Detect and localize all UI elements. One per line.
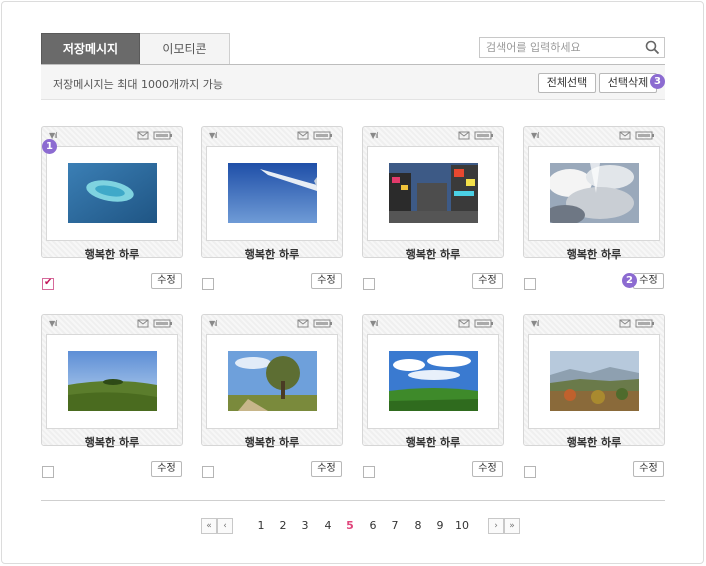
message-checkbox[interactable]	[363, 278, 375, 290]
search-box	[479, 37, 665, 58]
edit-button[interactable]: 수정	[311, 461, 342, 477]
status-icons	[297, 131, 332, 140]
tab-emoticon[interactable]: 이모티콘	[140, 33, 230, 65]
marker-1: 1	[42, 139, 57, 154]
message-title: 행복한 하루	[244, 248, 300, 261]
bottom-divider	[41, 500, 665, 501]
message-checkbox[interactable]	[202, 466, 214, 478]
page-number[interactable]: 7	[387, 519, 403, 532]
phone-screen	[367, 334, 499, 429]
edit-button[interactable]: 수정	[151, 273, 182, 289]
check-icon: ✔	[44, 277, 53, 288]
message-title: 행복한 하루	[244, 436, 300, 449]
phone-screen	[528, 146, 660, 241]
message-photo	[68, 351, 157, 411]
edit-button[interactable]: 수정	[633, 461, 664, 477]
edit-button[interactable]: 수정	[151, 461, 182, 477]
page-number[interactable]: 2	[275, 519, 291, 532]
prev-page-button[interactable]: ‹	[217, 518, 233, 534]
page-number[interactable]: 3	[297, 519, 313, 532]
page-number[interactable]: 1	[253, 519, 269, 532]
search-icon[interactable]	[645, 40, 660, 55]
phone-screen	[528, 334, 660, 429]
message-card[interactable]: ▼ıl 행복한 하루	[362, 126, 504, 261]
last-page-button[interactable]: »	[504, 518, 520, 534]
tab-saved-messages[interactable]: 저장메시지	[41, 33, 140, 65]
message-checkbox[interactable]: ✔	[42, 277, 54, 290]
signal-icon: ▼ıl	[209, 319, 218, 328]
phone-screen	[206, 334, 338, 429]
message-checkbox[interactable]	[363, 466, 375, 478]
first-page-button[interactable]: «	[201, 518, 217, 534]
next-page-button[interactable]: ›	[488, 518, 504, 534]
select-all-button[interactable]: 전체선택	[538, 73, 596, 93]
page-number[interactable]: 4	[320, 519, 336, 532]
status-icons	[619, 319, 654, 328]
message-title: 행복한 하루	[84, 436, 140, 449]
message-photo	[228, 351, 317, 411]
phone-screen	[46, 146, 178, 241]
message-card[interactable]: ▼ıl 행복한 하루	[362, 314, 504, 449]
message-photo	[550, 351, 639, 411]
edit-button[interactable]: 수정	[633, 273, 664, 289]
signal-icon: ▼ıl	[531, 319, 540, 328]
message-card[interactable]: ▼ıl 행복한 하루	[201, 126, 343, 261]
message-card[interactable]: ▼ıl 행복한 하루	[523, 126, 665, 261]
edit-button[interactable]: 수정	[472, 273, 503, 289]
message-card[interactable]: ▼ıl 행복한 하루	[41, 126, 183, 261]
message-checkbox[interactable]	[42, 466, 54, 478]
message-card[interactable]: ▼ıl 행복한 하루	[201, 314, 343, 449]
message-card[interactable]: ▼ıl 행복한 하루	[41, 314, 183, 449]
status-icons	[137, 319, 172, 328]
page-number[interactable]: 10	[454, 519, 470, 532]
signal-icon: ▼ıl	[49, 319, 58, 328]
message-card[interactable]: ▼ıl 행복한 하루	[523, 314, 665, 449]
info-bar: 저장메시지는 최대 1000개까지 가능 전체선택 선택삭제	[41, 65, 665, 100]
search-input[interactable]	[480, 38, 640, 57]
marker-3: 3	[650, 74, 665, 89]
status-icons	[458, 319, 493, 328]
message-photo	[68, 163, 157, 223]
page-number[interactable]: 6	[365, 519, 381, 532]
message-title: 행복한 하루	[84, 248, 140, 261]
page-number[interactable]: 9	[432, 519, 448, 532]
status-icons	[458, 131, 493, 140]
message-title: 행복한 하루	[405, 248, 461, 261]
info-text: 저장메시지는 최대 1000개까지 가능	[53, 78, 224, 91]
signal-icon: ▼ıl	[531, 131, 540, 140]
message-photo	[550, 163, 639, 223]
message-photo	[389, 163, 478, 223]
message-photo	[228, 163, 317, 223]
message-checkbox[interactable]	[524, 278, 536, 290]
message-photo	[389, 351, 478, 411]
status-icons	[137, 131, 172, 140]
edit-button[interactable]: 수정	[472, 461, 503, 477]
signal-icon: ▼ıl	[370, 131, 379, 140]
message-title: 행복한 하루	[566, 248, 622, 261]
marker-2: 2	[622, 273, 637, 288]
status-icons	[619, 131, 654, 140]
page-number[interactable]: 5	[342, 519, 358, 532]
message-title: 행복한 하루	[566, 436, 622, 449]
signal-icon: ▼ıl	[209, 131, 218, 140]
message-title: 행복한 하루	[405, 436, 461, 449]
page-number[interactable]: 8	[410, 519, 426, 532]
message-checkbox[interactable]	[202, 278, 214, 290]
edit-button[interactable]: 수정	[311, 273, 342, 289]
delete-selected-button[interactable]: 선택삭제	[599, 73, 657, 93]
signal-icon: ▼ıl	[370, 319, 379, 328]
status-icons	[297, 319, 332, 328]
message-checkbox[interactable]	[524, 466, 536, 478]
phone-screen	[46, 334, 178, 429]
phone-screen	[367, 146, 499, 241]
phone-screen	[206, 146, 338, 241]
